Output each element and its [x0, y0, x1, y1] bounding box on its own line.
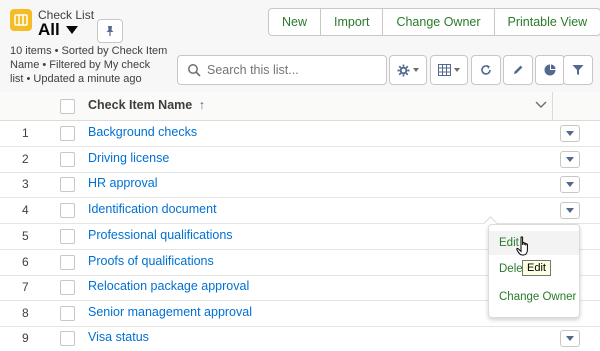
menu-item-change-owner[interactable]: Change Owner: [489, 285, 579, 309]
row-number: 7: [22, 280, 29, 294]
table-icon: [438, 64, 451, 76]
chevron-down-icon: [566, 208, 574, 213]
table-header: Check Item Name ↑: [0, 92, 600, 121]
list-info-line: Name • Filtered by My check: [10, 59, 151, 71]
gear-icon: [397, 63, 410, 77]
row-number: 6: [22, 255, 29, 269]
filter-icon: [572, 65, 584, 75]
pin-icon: [106, 26, 114, 36]
row-number: 1: [22, 126, 29, 140]
pie-chart-icon: [544, 64, 556, 76]
hand-cursor-icon: [516, 236, 528, 256]
menu-item-edit[interactable]: Edit: [489, 231, 579, 255]
list-settings-button[interactable]: [389, 55, 427, 85]
table-row: 2 Driving license: [0, 146, 600, 173]
row-number: 2: [22, 152, 29, 166]
display-as-button[interactable]: [430, 55, 468, 85]
row-checkbox[interactable]: [60, 177, 75, 192]
table-row: 9 Visa status: [0, 325, 600, 351]
chevron-down-icon: [566, 336, 574, 341]
row-checkbox[interactable]: [60, 280, 75, 295]
pencil-icon: [514, 65, 523, 74]
list-view-name: All: [38, 20, 60, 39]
import-button[interactable]: Import: [321, 9, 384, 35]
column-header-label: Check Item Name: [88, 98, 193, 112]
sort-arrow-icon: ↑: [198, 98, 205, 112]
row-checkbox[interactable]: [60, 306, 75, 321]
search-icon: [188, 64, 201, 77]
row-checkbox[interactable]: [60, 126, 75, 141]
list-info: 10 items • Sorted by Check Item Name • F…: [10, 44, 170, 86]
list-info-line: 10 items • Sorted by Check Item: [10, 45, 168, 57]
column-header-check-item-name[interactable]: Check Item Name ↑: [88, 98, 205, 112]
row-checkbox[interactable]: [60, 152, 75, 167]
printable-view-button[interactable]: Printable View: [495, 9, 600, 35]
search-input[interactable]: [205, 62, 379, 78]
refresh-button[interactable]: [471, 55, 501, 85]
row-action-button[interactable]: [560, 125, 580, 142]
row-checkbox[interactable]: [60, 229, 75, 244]
row-action-button[interactable]: [560, 151, 580, 168]
row-checkbox[interactable]: [60, 255, 75, 270]
charts-button[interactable]: [535, 55, 565, 85]
column-menu-chevron-icon[interactable]: [535, 101, 547, 109]
chevron-down-icon: [566, 131, 574, 136]
record-link[interactable]: Proofs of qualifications: [88, 254, 214, 268]
table-row: 3 HR approval: [0, 171, 600, 198]
row-action-button[interactable]: [560, 176, 580, 193]
row-number: 3: [22, 177, 29, 191]
checklist-icon: [10, 9, 32, 31]
column-divider: [552, 92, 553, 120]
list-view-header: Check List All 10 items • Sorted by Chec…: [0, 0, 600, 93]
row-number: 4: [22, 203, 29, 217]
table-row: 1 Background checks: [0, 120, 600, 147]
list-info-line: list • Updated a minute ago: [10, 73, 142, 85]
action-button-group: New Import Change Owner Printable View: [268, 8, 600, 36]
refresh-icon: [481, 65, 491, 75]
row-checkbox[interactable]: [60, 331, 75, 346]
chevron-down-icon: [566, 182, 574, 187]
record-link[interactable]: Identification document: [88, 202, 217, 216]
inline-edit-button[interactable]: [503, 55, 533, 85]
change-owner-button[interactable]: Change Owner: [383, 9, 495, 35]
select-all-checkbox[interactable]: [60, 99, 75, 114]
tooltip: Edit: [522, 260, 551, 276]
search-box[interactable]: [177, 55, 387, 85]
row-action-button[interactable]: [560, 202, 580, 219]
row-action-button[interactable]: [560, 330, 580, 347]
chevron-down-icon: [413, 68, 419, 72]
row-number: 8: [22, 306, 29, 320]
row-checkbox[interactable]: [60, 203, 75, 218]
record-link[interactable]: HR approval: [88, 176, 157, 190]
record-link[interactable]: Driving license: [88, 151, 169, 165]
record-link[interactable]: Professional qualifications: [88, 228, 233, 242]
record-link[interactable]: Background checks: [88, 125, 197, 139]
table-row: 4 Identification document: [0, 197, 600, 224]
new-button[interactable]: New: [269, 9, 322, 35]
pin-button[interactable]: [97, 19, 123, 43]
filter-button[interactable]: [563, 55, 593, 85]
row-number: 9: [22, 331, 29, 345]
chevron-down-icon: [566, 157, 574, 162]
chevron-down-icon: [65, 26, 78, 34]
chevron-down-icon: [454, 68, 460, 72]
list-view-selector[interactable]: All: [38, 20, 78, 40]
row-number: 5: [22, 229, 29, 243]
record-link[interactable]: Relocation package approval: [88, 279, 249, 293]
record-link[interactable]: Visa status: [88, 330, 149, 344]
record-link[interactable]: Senior management approval: [88, 305, 252, 319]
